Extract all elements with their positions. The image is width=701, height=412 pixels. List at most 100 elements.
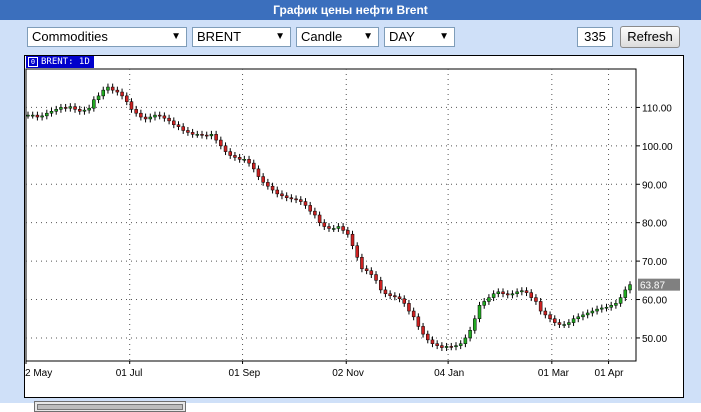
candle-body — [618, 297, 623, 304]
candle-body — [350, 233, 355, 246]
x-tick-label: 01 Mar — [538, 368, 570, 379]
candle-body — [534, 297, 538, 302]
x-tick-label: 02 Nov — [332, 368, 364, 379]
y-tick-label: 80.00 — [642, 219, 667, 230]
symbol-select[interactable]: BRENT ▼ — [192, 27, 291, 47]
bars-count-input[interactable]: 335 — [577, 27, 613, 47]
candle-body — [449, 346, 454, 348]
candle-body — [143, 116, 148, 120]
candle-body — [463, 337, 468, 344]
candle-body — [167, 117, 171, 122]
last-price-label: 63.87 — [640, 281, 665, 292]
period-select-value: DAY — [389, 29, 415, 44]
y-tick-label: 90.00 — [642, 180, 667, 191]
candle-body — [487, 297, 491, 302]
candle-body — [482, 301, 486, 306]
candle-body — [82, 109, 87, 112]
y-tick-label: 100.00 — [642, 142, 673, 153]
candle-body — [49, 111, 54, 114]
candle-body — [524, 290, 529, 293]
candle-body — [219, 139, 223, 147]
page-title: График цены нефти Brent — [0, 0, 701, 20]
dropdown-arrow-icon: ▼ — [439, 31, 449, 42]
candle-body — [355, 245, 359, 258]
candle-body — [30, 114, 35, 117]
candle-body — [289, 197, 294, 200]
candle-body — [153, 114, 157, 118]
candle-body — [162, 115, 167, 119]
candle-body — [209, 134, 214, 137]
category-select-value: Commodities — [32, 29, 108, 44]
candle-body — [393, 295, 397, 298]
candle-body — [247, 159, 251, 164]
candle-body — [553, 318, 557, 323]
candle-body — [40, 115, 44, 118]
candle-body — [284, 195, 289, 198]
candle-body — [520, 290, 524, 293]
candle-body — [341, 226, 345, 231]
candle-body — [571, 318, 576, 323]
candle-body — [26, 114, 30, 117]
candle-body — [411, 310, 416, 318]
candle-body — [242, 159, 247, 161]
candle-body — [204, 134, 209, 137]
candle-body — [331, 228, 336, 230]
candle-body — [172, 120, 176, 125]
candle-body — [515, 291, 519, 295]
candle-body — [73, 106, 77, 110]
candle-body — [543, 310, 548, 316]
candle-body — [562, 324, 566, 326]
chart-symbol-tag: 0 BRENT: 1D — [26, 56, 94, 68]
dropdown-arrow-icon: ▼ — [363, 31, 373, 42]
candle-body — [360, 257, 364, 270]
candle-body — [110, 86, 115, 91]
chart-panel: Commodities ▼ BRENT ▼ Candle ▼ DAY ▼ 335… — [0, 20, 701, 412]
candle-body — [125, 95, 129, 102]
candle-body — [35, 114, 40, 118]
candle-body — [157, 114, 162, 117]
candle-body — [317, 214, 322, 223]
candle-body — [510, 293, 515, 296]
chart-style-select-value: Candle — [301, 29, 343, 44]
scrollbar-thumb[interactable] — [37, 404, 183, 410]
candle-body — [397, 296, 402, 300]
plot-area — [25, 68, 637, 362]
candle-body — [426, 333, 430, 341]
candle-body — [374, 274, 378, 281]
candle-body — [604, 306, 609, 309]
candle-body — [275, 189, 280, 195]
candle-body — [609, 305, 613, 308]
candle-body — [444, 346, 449, 348]
candle-body — [96, 95, 101, 100]
candle-body — [134, 109, 138, 114]
chart-menu-icon[interactable]: 0 — [28, 57, 38, 67]
period-select[interactable]: DAY ▼ — [384, 27, 455, 47]
candle-body — [63, 107, 68, 109]
candle-body — [529, 292, 533, 298]
candle-body — [378, 280, 383, 291]
x-tick-label: 2 May — [25, 368, 52, 379]
refresh-button[interactable]: Refresh — [620, 26, 680, 48]
candle-body — [505, 293, 510, 296]
x-tick-label: 01 Apr — [595, 368, 625, 379]
chart-style-select[interactable]: Candle ▼ — [296, 27, 379, 47]
y-tick-label: 50.00 — [642, 334, 667, 345]
y-tick-label: 70.00 — [642, 257, 667, 268]
candle-body — [473, 318, 477, 331]
candle-body — [252, 162, 256, 170]
candle-body — [54, 109, 58, 112]
candle-body — [501, 291, 505, 295]
candle-body — [139, 112, 143, 118]
candle-body — [266, 182, 270, 187]
candle-body — [45, 112, 49, 117]
candle-body — [369, 270, 374, 275]
category-select[interactable]: Commodities ▼ — [27, 27, 187, 47]
candle-body — [308, 205, 312, 212]
candle-body — [176, 124, 181, 127]
candle-body — [430, 339, 435, 344]
candle-body — [186, 130, 190, 133]
candle-body — [294, 198, 298, 201]
candle-body — [237, 157, 242, 160]
candle-body — [614, 303, 618, 306]
chart-frame: 110.00 100.00 90.00 80.00 70.00 60.00 50.00 2 M… — [24, 55, 684, 398]
